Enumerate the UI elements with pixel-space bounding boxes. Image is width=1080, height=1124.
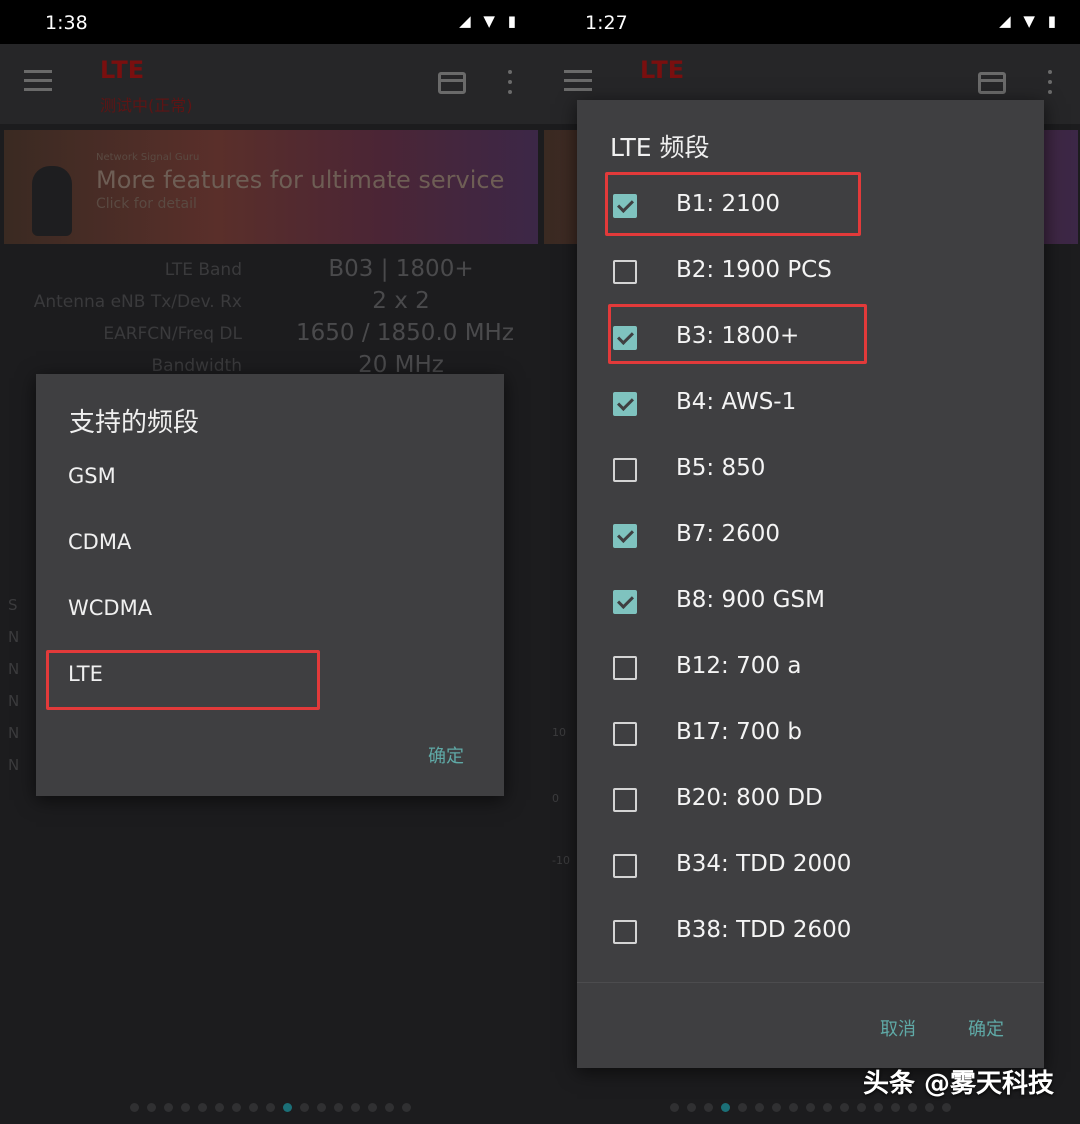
option-label: CDMA [68, 530, 132, 554]
chart-tick: -10 [552, 854, 570, 867]
side-letter: S [8, 596, 18, 614]
app-subtitle: 测试中(正常) [100, 96, 193, 115]
stat-row: EARFCN/Freq DL 1650 / 1850.0 MHz [0, 320, 540, 352]
stat-row: Antenna eNB Tx/Dev. Rx 2 x 2 [0, 288, 540, 320]
b1-highlight-box [605, 172, 861, 236]
stat-row: LTE Band B03 | 1800+ [0, 256, 540, 288]
banner-cta: Click for detail [96, 196, 197, 212]
lte-bands-dialog: LTE 频段 B1: 2100 B2: 1900 PCS B3: 1800+ B… [577, 100, 1044, 1068]
app-bar: LTE 测试中(正常) [0, 44, 540, 124]
cancel-button[interactable]: 取消 [880, 1015, 916, 1041]
ad-banner[interactable]: Network Signal Guru More features for ul… [4, 130, 538, 244]
band-label: B4: AWS-1 [676, 389, 797, 415]
side-letter: N [8, 692, 20, 710]
watermark-text: 头条 @雾天科技 [862, 1069, 1054, 1099]
stat-label: Antenna eNB Tx/Dev. Rx [33, 292, 242, 312]
option-cdma[interactable]: CDMA [36, 512, 504, 578]
lte-highlight-box [46, 650, 320, 710]
side-letter: N [8, 724, 20, 742]
status-time: 1:27 [585, 12, 628, 34]
checkbox-checked-icon[interactable] [613, 590, 637, 614]
option-wcdma[interactable]: WCDMA [36, 578, 504, 644]
status-icons: ◢ ▼ ▮ [999, 12, 1060, 30]
more-options-icon[interactable] [1048, 70, 1054, 96]
option-label: GSM [68, 464, 116, 488]
side-letters: S N N N N N [8, 596, 22, 788]
band-option[interactable]: B20: 800 DD [577, 767, 1044, 833]
app-title: LTE [100, 56, 145, 84]
band-option[interactable]: B5: 850 [577, 437, 1044, 503]
band-label: B8: 900 GSM [676, 587, 825, 613]
option-gsm[interactable]: GSM [36, 446, 504, 512]
side-letter: N [8, 756, 20, 774]
band-option[interactable]: B4: AWS-1 [577, 371, 1044, 437]
band-label: B34: TDD 2000 [676, 851, 852, 877]
confirm-button[interactable]: 确定 [428, 742, 464, 768]
status-time: 1:38 [45, 12, 88, 34]
band-option[interactable]: B8: 900 GSM [577, 569, 1044, 635]
hamburger-menu-icon[interactable] [564, 70, 592, 94]
b3-highlight-box [608, 304, 867, 364]
lte-stats: LTE Band B03 | 1800+ Antenna eNB Tx/Dev.… [0, 256, 540, 384]
checkbox-unchecked-icon[interactable] [613, 722, 637, 746]
side-letter: N [8, 660, 20, 678]
confirm-button[interactable]: 确定 [968, 1015, 1004, 1041]
band-label: B20: 800 DD [676, 785, 823, 811]
band-option[interactable]: B2: 1900 PCS [577, 239, 1044, 305]
checkbox-unchecked-icon[interactable] [613, 788, 637, 812]
side-letter: N [8, 628, 20, 646]
band-label: B12: 700 a [676, 653, 802, 679]
banner-person-image [32, 166, 72, 236]
stat-value: 1650 / 1850.0 MHz [296, 320, 514, 346]
band-label: B2: 1900 PCS [676, 257, 832, 283]
banner-headline: More features for ultimate service [96, 166, 505, 194]
band-label: B7: 2600 [676, 521, 781, 547]
band-option[interactable]: B17: 700 b [577, 701, 1044, 767]
band-option[interactable]: B34: TDD 2000 [577, 833, 1044, 899]
chart-tick: 10 [552, 726, 566, 739]
page-indicator [0, 1103, 540, 1112]
checkbox-checked-icon[interactable] [613, 524, 637, 548]
band-label: B5: 850 [676, 455, 766, 481]
sim-card-icon[interactable] [438, 72, 466, 94]
sim-card-icon[interactable] [978, 72, 1006, 94]
status-bar: 1:27 ◢ ▼ ▮ [540, 0, 1080, 44]
checkbox-unchecked-icon[interactable] [613, 656, 637, 680]
stat-value: B03 | 1800+ [328, 256, 474, 282]
dialog-footer: 取消 确定 [577, 982, 1044, 1068]
banner-brand: Network Signal Guru [96, 152, 200, 163]
app-title: LTE [640, 56, 685, 84]
checkbox-checked-icon[interactable] [613, 392, 637, 416]
chart-tick: 0 [552, 792, 559, 805]
checkbox-unchecked-icon[interactable] [613, 458, 637, 482]
stat-label: LTE Band [164, 260, 242, 280]
option-label: WCDMA [68, 596, 153, 620]
checkbox-unchecked-icon[interactable] [613, 260, 637, 284]
stat-label: EARFCN/Freq DL [103, 324, 242, 344]
stat-label: Bandwidth [151, 356, 242, 376]
checkbox-unchecked-icon[interactable] [613, 854, 637, 878]
stat-value: 2 x 2 [372, 288, 430, 314]
band-option[interactable]: B7: 2600 [577, 503, 1044, 569]
band-option[interactable]: B12: 700 a [577, 635, 1044, 701]
status-bar: 1:38 ◢ ▼ ▮ [0, 0, 540, 44]
checkbox-unchecked-icon[interactable] [613, 920, 637, 944]
right-screenshot: 1:27 ◢ ▼ ▮ LTE 10 0 -10 LTE 频段 B1: 2100 … [540, 0, 1080, 1124]
hamburger-menu-icon[interactable] [24, 70, 52, 94]
band-option[interactable]: B38: TDD 2600 [577, 899, 1044, 965]
left-screenshot: 1:38 ◢ ▼ ▮ LTE 测试中(正常) Network Signal Gu… [0, 0, 540, 1124]
band-label: B38: TDD 2600 [676, 917, 852, 943]
page-indicator [540, 1103, 1080, 1112]
band-label: B17: 700 b [676, 719, 802, 745]
dialog-title: 支持的频段 [69, 408, 200, 438]
status-icons: ◢ ▼ ▮ [459, 12, 520, 30]
dialog-title: LTE 频段 [610, 133, 710, 162]
supported-bands-dialog: 支持的频段 GSM CDMA WCDMA LTE 确定 [36, 374, 504, 796]
more-options-icon[interactable] [508, 70, 514, 96]
